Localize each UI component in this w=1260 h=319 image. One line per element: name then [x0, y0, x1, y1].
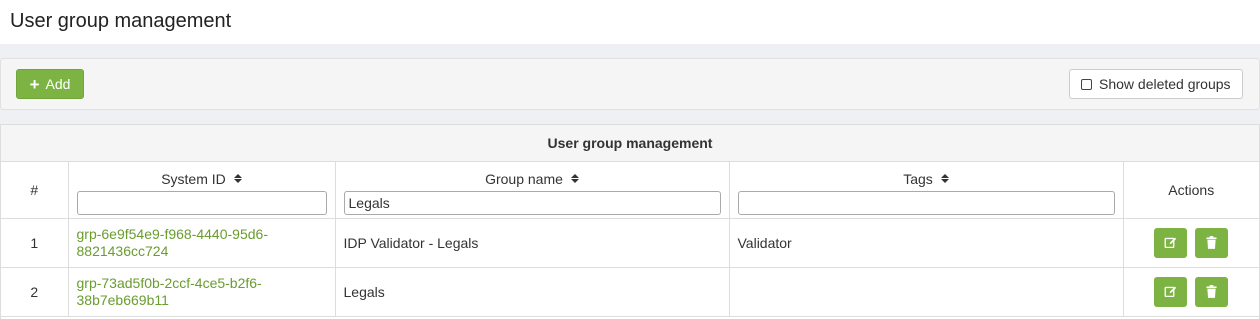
- system-id-link[interactable]: grp-73ad5f0b-2ccf-4ce5-b2f6- 38b7eb669b11: [77, 275, 327, 309]
- trash-icon: [1206, 285, 1217, 298]
- groups-table: # System ID Group name Legals Tags Actio…: [1, 162, 1259, 317]
- system-id-part-1: grp-6e9f54e9-f968-4440-95d6-: [76, 225, 268, 242]
- group-name-filter-input[interactable]: [343, 191, 721, 215]
- table-row: 2 grp-73ad5f0b-2ccf-4ce5-b2f6- 38b7eb669b…: [1, 266, 1259, 317]
- system-id-filter-input[interactable]: [76, 191, 327, 215]
- column-header-system-id: System ID: [67, 162, 336, 219]
- system-id-part-2: 38b7eb669b11: [76, 291, 169, 308]
- sort-icon: [570, 174, 579, 183]
- sort-group-name[interactable]: Group name: [344, 170, 721, 187]
- add-button[interactable]: + Add: [16, 69, 84, 99]
- table-header-row: # System ID Group name Legals Tags Actio…: [1, 162, 1259, 219]
- system-id-part-2: 8821436cc724: [76, 242, 169, 259]
- toolbar: + Add Show deleted groups: [0, 58, 1260, 110]
- show-deleted-checkbox[interactable]: [1081, 78, 1092, 90]
- delete-button[interactable]: [1195, 276, 1229, 307]
- group-name-cell: IDP Validator - Legals: [334, 217, 730, 268]
- plus-icon: +: [29, 74, 40, 94]
- tags-cell: Validator: [728, 217, 1124, 268]
- page-title: User group management: [10, 10, 232, 32]
- column-header-group-name: Group name: [334, 162, 730, 219]
- column-label-tags: Tags: [903, 170, 933, 187]
- delete-button[interactable]: [1195, 227, 1229, 258]
- groups-panel: User group management # System ID Group …: [0, 124, 1260, 319]
- system-id-cell: grp-73ad5f0b-2ccf-4ce5-b2f6- 38b7eb669b11: [67, 266, 336, 317]
- system-id-part-1: grp-73ad5f0b-2ccf-4ce5-b2f6-: [76, 274, 262, 291]
- panel-title: User group management: [1, 125, 1259, 162]
- sort-icon: [233, 174, 242, 183]
- edit-icon: [1164, 286, 1177, 298]
- sort-tags[interactable]: Tags: [738, 170, 1115, 187]
- row-number: 2: [1, 266, 69, 317]
- add-button-label: Add: [45, 76, 71, 92]
- edit-button[interactable]: [1154, 227, 1188, 258]
- tags-cell: [728, 266, 1124, 317]
- column-label-system-id: System ID: [161, 170, 226, 187]
- edit-button[interactable]: [1154, 276, 1188, 307]
- column-header-tags: Tags: [728, 162, 1124, 219]
- row-number: 1: [1, 217, 69, 268]
- column-header-actions: Actions: [1122, 162, 1259, 219]
- column-label-group-name: Group name: [485, 170, 563, 187]
- actions-cell: [1122, 266, 1259, 317]
- system-id-link[interactable]: grp-6e9f54e9-f968-4440-95d6- 8821436cc724: [77, 226, 327, 260]
- sort-icon: [940, 174, 949, 183]
- column-header-num: #: [1, 162, 69, 219]
- sort-system-id[interactable]: System ID: [77, 170, 327, 187]
- system-id-cell: grp-6e9f54e9-f968-4440-95d6- 8821436cc724: [67, 217, 336, 268]
- show-deleted-label: Show deleted groups: [1099, 76, 1231, 92]
- table-row: 1 grp-6e9f54e9-f968-4440-95d6- 8821436cc7…: [1, 217, 1259, 268]
- edit-icon: [1164, 237, 1177, 249]
- tags-filter-input[interactable]: [737, 191, 1115, 215]
- actions-cell: [1122, 217, 1259, 268]
- show-deleted-groups-toggle[interactable]: Show deleted groups: [1069, 69, 1243, 99]
- page-header: User group management: [0, 0, 1260, 44]
- group-name-cell: Legals: [334, 266, 730, 317]
- trash-icon: [1206, 236, 1217, 249]
